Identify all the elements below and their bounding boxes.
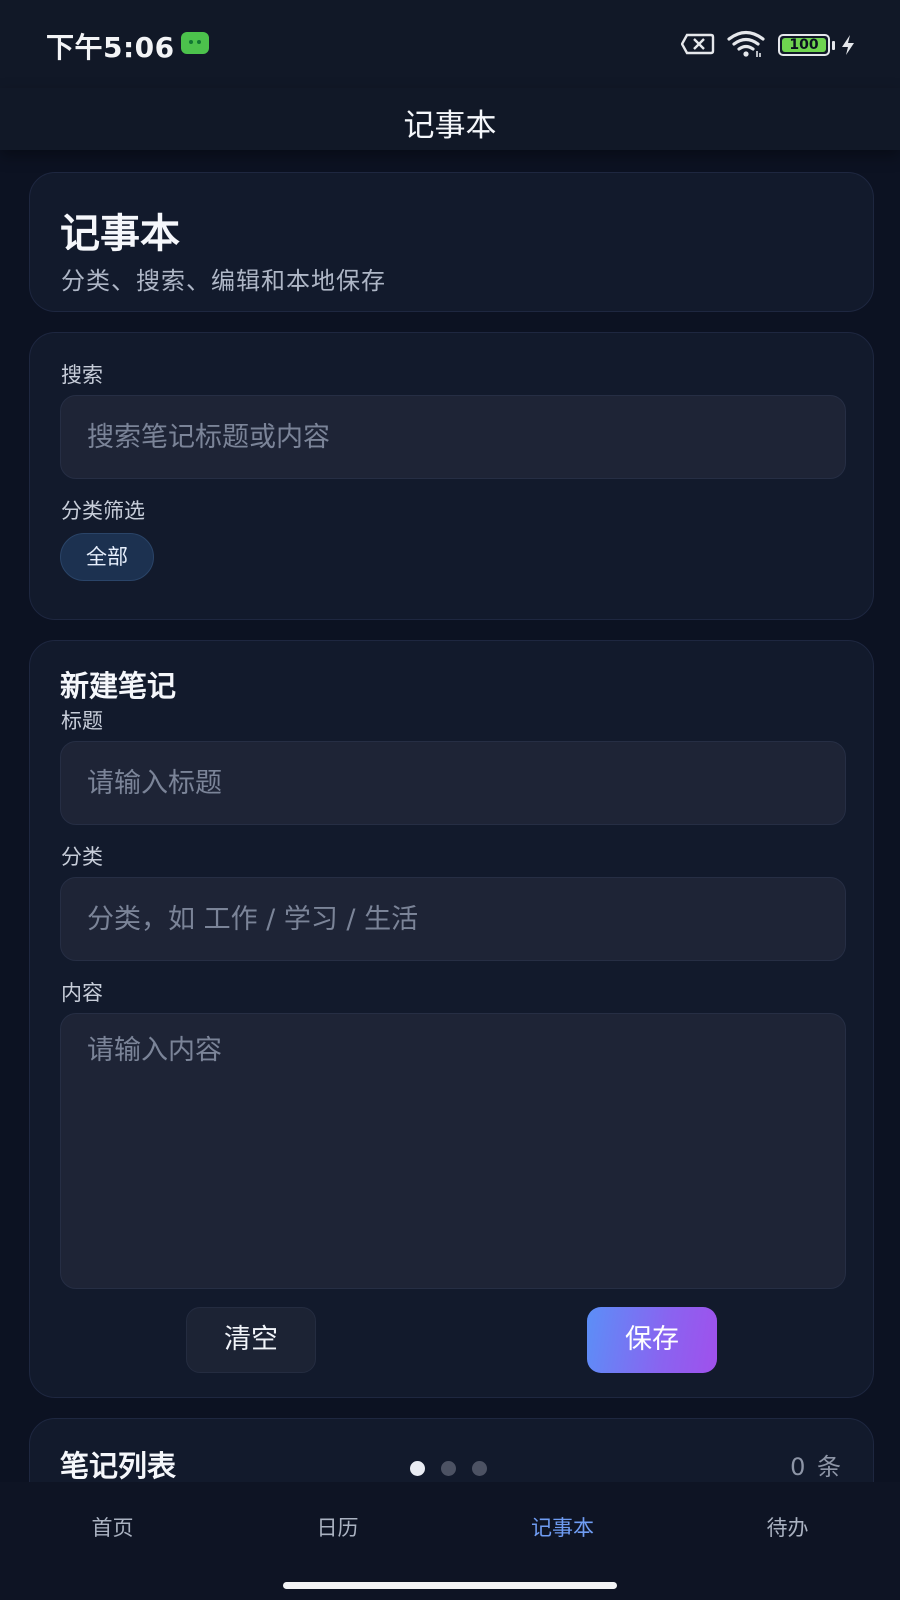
title-label: 标题 [61, 709, 103, 733]
nav-item-calendar[interactable]: 日历 [225, 1512, 450, 1542]
search-input[interactable] [60, 395, 846, 479]
new-note-card: 新建笔记 标题 分类 内容 清空 保存 [29, 640, 874, 1398]
app-bar: 记事本 [0, 88, 900, 150]
page-dot-1[interactable] [410, 1461, 425, 1476]
note-content-textarea[interactable] [60, 1013, 846, 1289]
screen: 下午5:06 100 记事本 记事本 分类、搜索、编辑和本地保存 搜索 搜索笔记… [0, 0, 900, 1600]
note-list-title: 笔记列表 [60, 1449, 177, 1483]
note-count: 0 条 [790, 1453, 843, 1481]
new-note-title: 新建笔记 [60, 669, 177, 703]
header-card: 记事本 分类、搜索、编辑和本地保存 [29, 172, 874, 312]
filter-chip-all[interactable]: 全部 [60, 533, 154, 581]
battery-percent: 100 [789, 37, 819, 53]
note-category-input[interactable] [60, 877, 846, 961]
charging-icon [842, 35, 854, 55]
battery-icon: 100 [778, 34, 830, 56]
nav-item-home[interactable]: 首页 [0, 1512, 225, 1542]
status-bar: 下午5:06 100 [0, 0, 900, 88]
category-filter-label: 分类筛选 [61, 499, 145, 523]
page-title: 记事本 [60, 211, 180, 257]
category-label: 分类 [61, 845, 103, 869]
wifi-icon [727, 30, 765, 57]
content-label: 内容 [61, 981, 103, 1005]
app-bar-title: 记事本 [403, 108, 497, 144]
search-label: 搜索 [61, 363, 103, 387]
page-dot-2[interactable] [441, 1461, 456, 1476]
save-button[interactable]: 保存 [587, 1307, 717, 1373]
notification-app-icon [181, 32, 209, 54]
home-indicator[interactable] [283, 1582, 617, 1589]
note-title-input[interactable] [60, 741, 846, 825]
page-subtitle: 分类、搜索、编辑和本地保存 [61, 267, 386, 295]
status-time: 下午5:06 [46, 31, 175, 64]
no-sim-icon [681, 33, 715, 55]
clear-button[interactable]: 清空 [186, 1307, 316, 1373]
filter-card: 搜索 分类筛选 全部 [29, 332, 874, 620]
battery-cap [832, 41, 835, 50]
page-dot-3[interactable] [472, 1461, 487, 1476]
nav-item-todo[interactable]: 待办 [675, 1512, 900, 1542]
nav-item-notebook[interactable]: 记事本 [450, 1512, 675, 1542]
